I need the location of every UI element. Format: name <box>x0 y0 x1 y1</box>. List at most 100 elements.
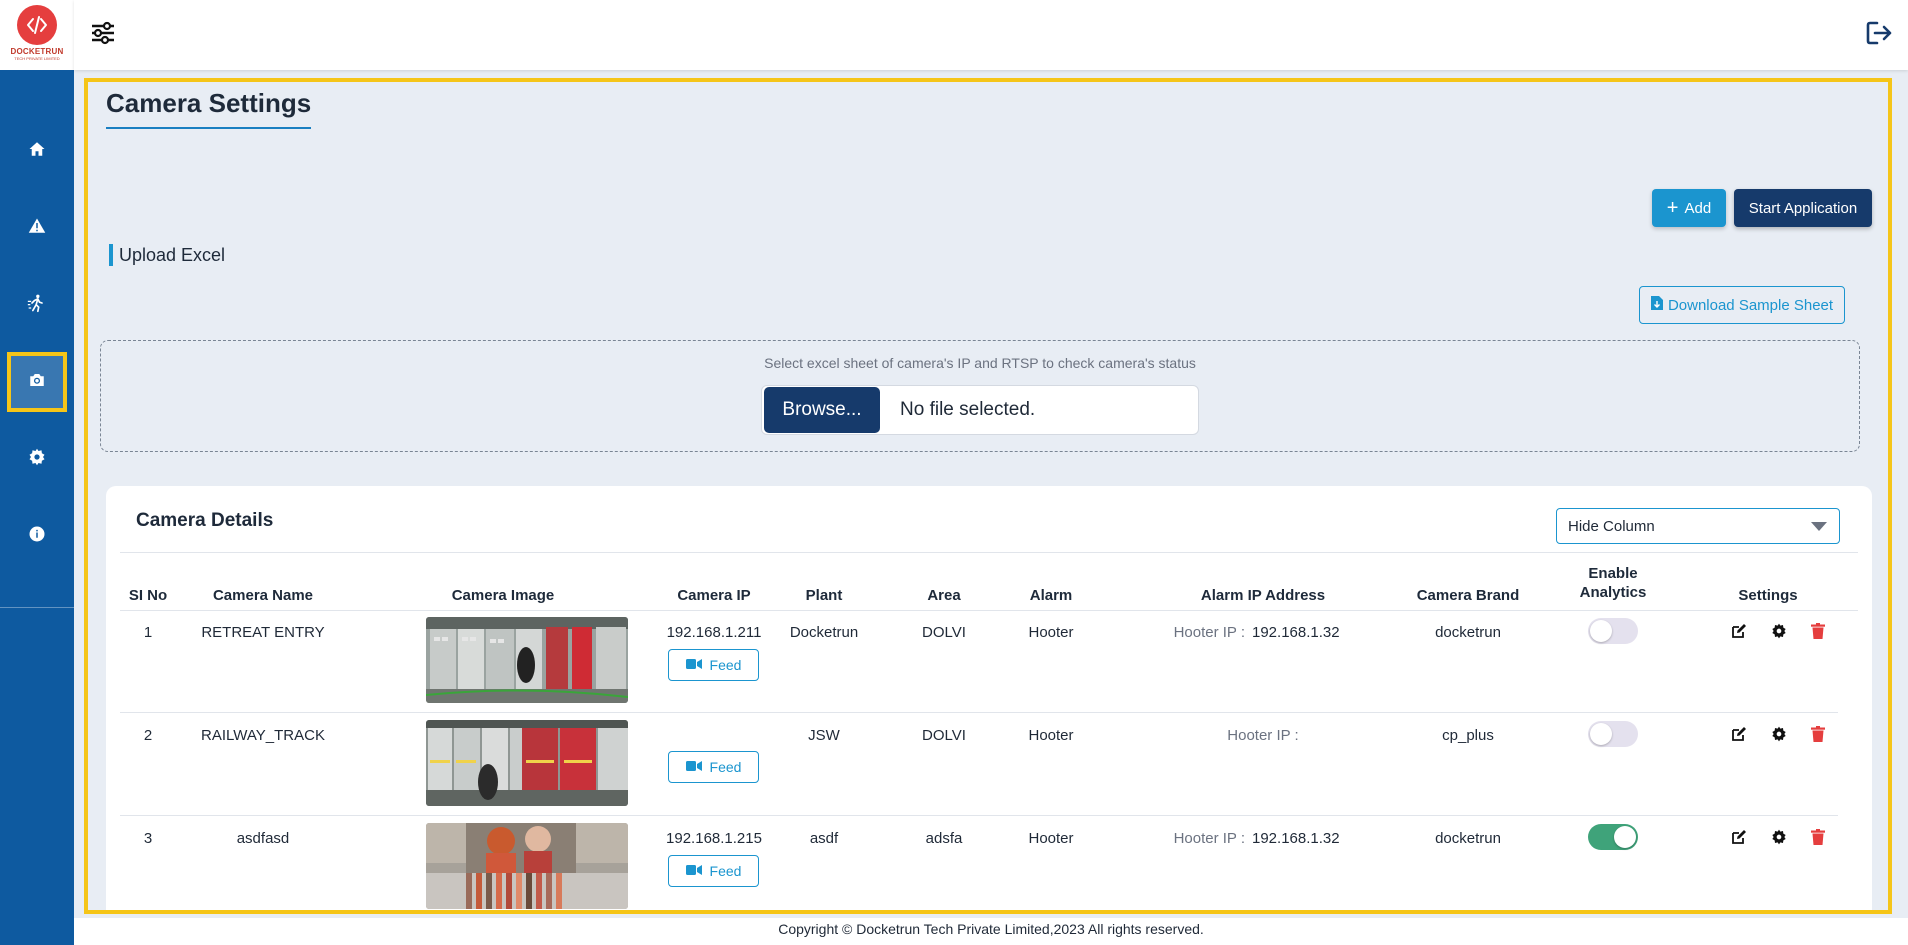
row-alarm-ip: 192.168.1.32 <box>1252 624 1340 641</box>
feed-label: Feed <box>709 657 742 673</box>
row-area: DOLVI <box>922 727 966 744</box>
row-alarm-ip-label: Hooter IP : <box>1173 624 1245 641</box>
delete-icon[interactable] <box>1807 620 1829 642</box>
hide-column-select[interactable]: Hide Column <box>1556 508 1840 544</box>
filter-menu-icon[interactable] <box>88 18 118 48</box>
row-si-no: 3 <box>143 830 153 847</box>
row-area: DOLVI <box>922 624 966 641</box>
file-input[interactable]: Browse... No file selected. <box>761 385 1199 435</box>
page-title: Camera Settings <box>106 88 312 129</box>
sidebar-item-camera[interactable] <box>0 352 74 412</box>
chevron-down-icon <box>1811 522 1827 531</box>
row-alarm: Hooter <box>1028 624 1074 641</box>
row-alarm-ip-label: Hooter IP : <box>1173 830 1245 847</box>
row-si-no: 2 <box>143 727 153 744</box>
sidebar-item-activity[interactable] <box>0 280 74 330</box>
brand-logo: DOCKETRUN TECH PRIVATE LIMITED <box>0 0 74 70</box>
col-alarm-ip-address: Alarm IP Address <box>1200 587 1326 604</box>
top-bar <box>74 0 1908 70</box>
excel-dropzone[interactable]: Select excel sheet of camera's IP and RT… <box>100 340 1860 452</box>
col-camera-brand: Camera Brand <box>1416 587 1520 604</box>
row-plant: JSW <box>808 727 840 744</box>
row-plant: Docketrun <box>789 624 859 641</box>
video-camera-icon <box>685 657 702 673</box>
row-alarm-ip-label: Hooter IP : <box>1227 727 1299 744</box>
analytics-toggle[interactable] <box>1588 721 1638 747</box>
sidebar-item-settings[interactable] <box>0 434 74 484</box>
col-area: Area <box>927 587 961 604</box>
camera-details-title: Camera Details <box>136 510 274 531</box>
gear-icon <box>28 448 46 471</box>
plus-icon: + <box>1666 197 1679 219</box>
code-icon <box>17 5 57 45</box>
edit-icon[interactable] <box>1728 826 1750 848</box>
add-button[interactable]: + Add <box>1652 189 1726 227</box>
edit-icon[interactable] <box>1728 723 1750 745</box>
col-si-no: SI No <box>128 587 168 604</box>
row-divider <box>120 712 1838 713</box>
row-camera-brand: cp_plus <box>1442 727 1494 744</box>
sidebar-item-home[interactable] <box>0 126 74 176</box>
home-icon <box>28 140 46 163</box>
row-divider <box>120 815 1838 816</box>
edit-icon[interactable] <box>1728 620 1750 642</box>
brand-name: DOCKETRUN <box>10 47 64 56</box>
feed-button[interactable]: Feed <box>668 649 759 681</box>
row-alarm: Hooter <box>1028 830 1074 847</box>
logout-icon[interactable] <box>1864 18 1894 48</box>
add-button-label: Add <box>1684 199 1712 217</box>
col-camera-image: Camera Image <box>451 587 555 604</box>
row-camera-brand: docketrun <box>1435 624 1501 641</box>
gear-icon[interactable] <box>1768 826 1790 848</box>
col-alarm: Alarm <box>1029 587 1073 604</box>
warning-icon <box>28 217 46 240</box>
analytics-toggle[interactable] <box>1588 618 1638 644</box>
main-content: Camera Settings + Add Start Application … <box>84 78 1892 914</box>
file-status: No file selected. <box>900 399 1036 420</box>
row-si-no: 1 <box>143 624 153 641</box>
info-icon <box>28 525 46 548</box>
row-camera-ip: 192.168.1.215 <box>666 830 762 847</box>
col-camera-name: Camera Name <box>212 587 314 604</box>
row-camera-brand: docketrun <box>1435 830 1501 847</box>
file-download-icon <box>1650 296 1663 314</box>
sidebar: DOCKETRUN TECH PRIVATE LIMITED <box>0 0 74 945</box>
row-plant: asdf <box>809 830 839 847</box>
col-settings: Settings <box>1738 587 1798 604</box>
row-alarm: Hooter <box>1028 727 1074 744</box>
brand-tagline: TECH PRIVATE LIMITED <box>14 56 60 61</box>
header-divider <box>120 552 1858 553</box>
download-sample-label: Download Sample Sheet <box>1667 296 1834 314</box>
browse-button[interactable]: Browse... <box>764 387 880 433</box>
start-application-button[interactable]: Start Application <box>1734 189 1872 227</box>
sidebar-divider <box>0 607 74 608</box>
row-alarm-ip: 192.168.1.32 <box>1252 830 1340 847</box>
sidebar-item-alerts[interactable] <box>0 203 74 253</box>
row-camera-name: RETREAT ENTRY <box>201 624 325 641</box>
video-camera-icon <box>685 863 702 879</box>
row-area: adsfa <box>925 830 963 847</box>
feed-button[interactable]: Feed <box>668 751 759 783</box>
camera-image[interactable] <box>426 720 628 806</box>
camera-icon <box>28 371 46 394</box>
row-camera-ip: 192.168.1.211 <box>666 624 762 641</box>
row-camera-name: asdfasd <box>236 830 290 847</box>
feed-button[interactable]: Feed <box>668 855 759 887</box>
analytics-toggle[interactable] <box>1588 824 1638 850</box>
gear-icon[interactable] <box>1768 620 1790 642</box>
feed-label: Feed <box>709 863 742 879</box>
table-header-divider <box>120 610 1858 611</box>
footer-copyright: Copyright © Docketrun Tech Private Limit… <box>74 918 1908 945</box>
col-enable-analytics: Enable Analytics <box>1579 565 1647 601</box>
delete-icon[interactable] <box>1807 826 1829 848</box>
camera-image[interactable] <box>426 823 628 909</box>
feed-label: Feed <box>709 759 742 775</box>
gear-icon[interactable] <box>1768 723 1790 745</box>
delete-icon[interactable] <box>1807 723 1829 745</box>
hide-column-value: Hide Column <box>1568 517 1655 535</box>
video-camera-icon <box>685 759 702 775</box>
col-plant: Plant <box>805 587 843 604</box>
camera-image[interactable] <box>426 617 628 703</box>
download-sample-button[interactable]: Download Sample Sheet <box>1639 286 1845 324</box>
sidebar-item-info[interactable] <box>0 511 74 561</box>
